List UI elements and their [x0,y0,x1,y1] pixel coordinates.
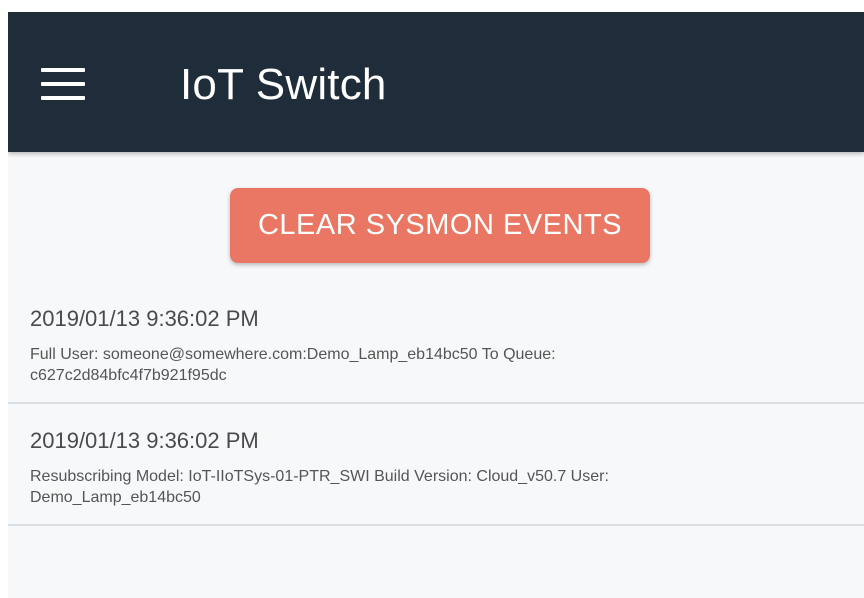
menu-line [41,96,85,100]
list-item[interactable]: 2019/01/13 9:36:02 PM Full User: someone… [8,282,864,404]
hamburger-menu-icon[interactable] [38,64,86,104]
event-message: Full User: someone@somewhere.com:Demo_La… [30,346,556,384]
event-timestamp: 2019/01/13 9:36:02 PM [30,428,259,453]
app-bar: IoT Switch [8,12,864,152]
app-screen: IoT Switch CLEAR SYSMON EVENTS 2019/01/1… [8,12,864,598]
menu-line [41,68,85,72]
clear-sysmon-events-button[interactable]: CLEAR SYSMON EVENTS [230,188,650,263]
app-title: IoT Switch [180,60,387,109]
list-item[interactable]: 2019/01/13 9:36:02 PM Resubscribing Mode… [8,404,864,526]
event-message: Resubscribing Model: IoT-IIoTSys-01-PTR_… [30,468,609,506]
event-list: 2019/01/13 9:36:02 PM Full User: someone… [8,282,864,526]
menu-line [41,82,85,86]
event-timestamp: 2019/01/13 9:36:02 PM [30,306,259,331]
